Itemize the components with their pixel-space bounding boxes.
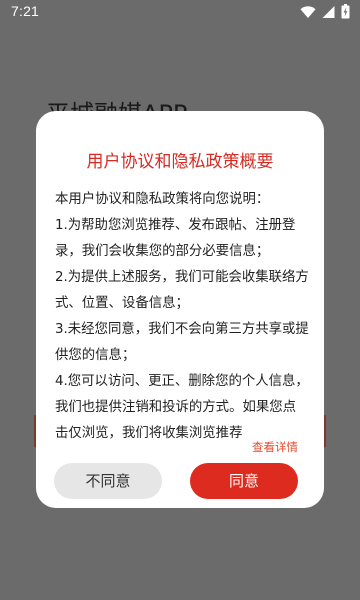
privacy-dialog: 用户协议和隐私政策概要 本用户协议和隐私政策将向您说明： 1.为帮助您浏览推荐、… — [36, 111, 324, 508]
agree-button[interactable]: 同意 — [190, 463, 298, 499]
screen: 7:21 平城融媒APP 用户协议和隐 — [0, 0, 360, 600]
disagree-button[interactable]: 不同意 — [54, 463, 162, 499]
dialog-title: 用户协议和隐私政策概要 — [86, 152, 274, 172]
dialog-paragraph: 4.您可以访问、更正、删除您的个人信息，我们也提供注销和投诉的方式。如果您点击仅… — [55, 374, 309, 441]
status-bar: 7:21 — [0, 0, 360, 24]
view-details-link[interactable]: 查看详情 — [252, 439, 298, 455]
status-icons — [300, 4, 350, 19]
wifi-icon — [300, 5, 316, 19]
dialog-paragraph: 1.为帮助您浏览推荐、发布跟帖、注册登录，我们会收集您的部分必要信息； — [55, 218, 296, 259]
dialog-paragraph: 2.为提供上述服务，我们可能会收集联络方式、位置、设备信息； — [55, 270, 309, 311]
battery-icon — [341, 4, 350, 19]
status-time: 7:21 — [11, 3, 40, 19]
dialog-body[interactable]: 本用户协议和隐私政策将向您说明： 1.为帮助您浏览推荐、发布跟帖、注册登录，我们… — [55, 187, 309, 445]
signal-icon — [322, 5, 335, 19]
dialog-paragraph: 3.未经您同意，我们不会向第三方共享或提供您的信息； — [55, 322, 309, 363]
dialog-paragraph: 本用户协议和隐私政策将向您说明： — [55, 192, 270, 207]
